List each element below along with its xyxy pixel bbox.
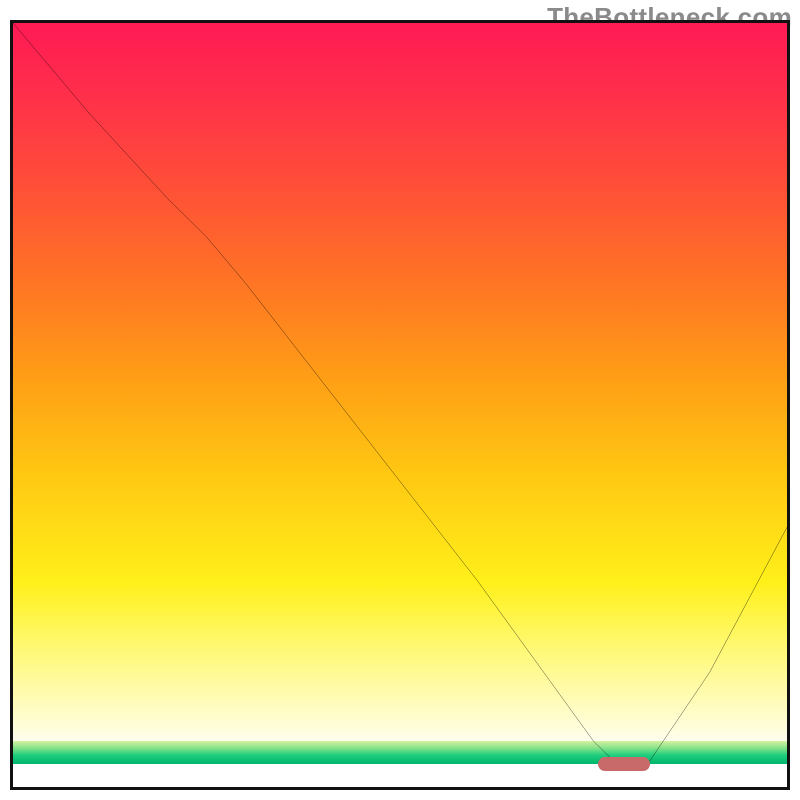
- chart-area: [13, 23, 787, 787]
- chart-frame: [10, 20, 790, 790]
- bottleneck-curve: [13, 23, 787, 787]
- optimal-point-marker: [598, 757, 650, 771]
